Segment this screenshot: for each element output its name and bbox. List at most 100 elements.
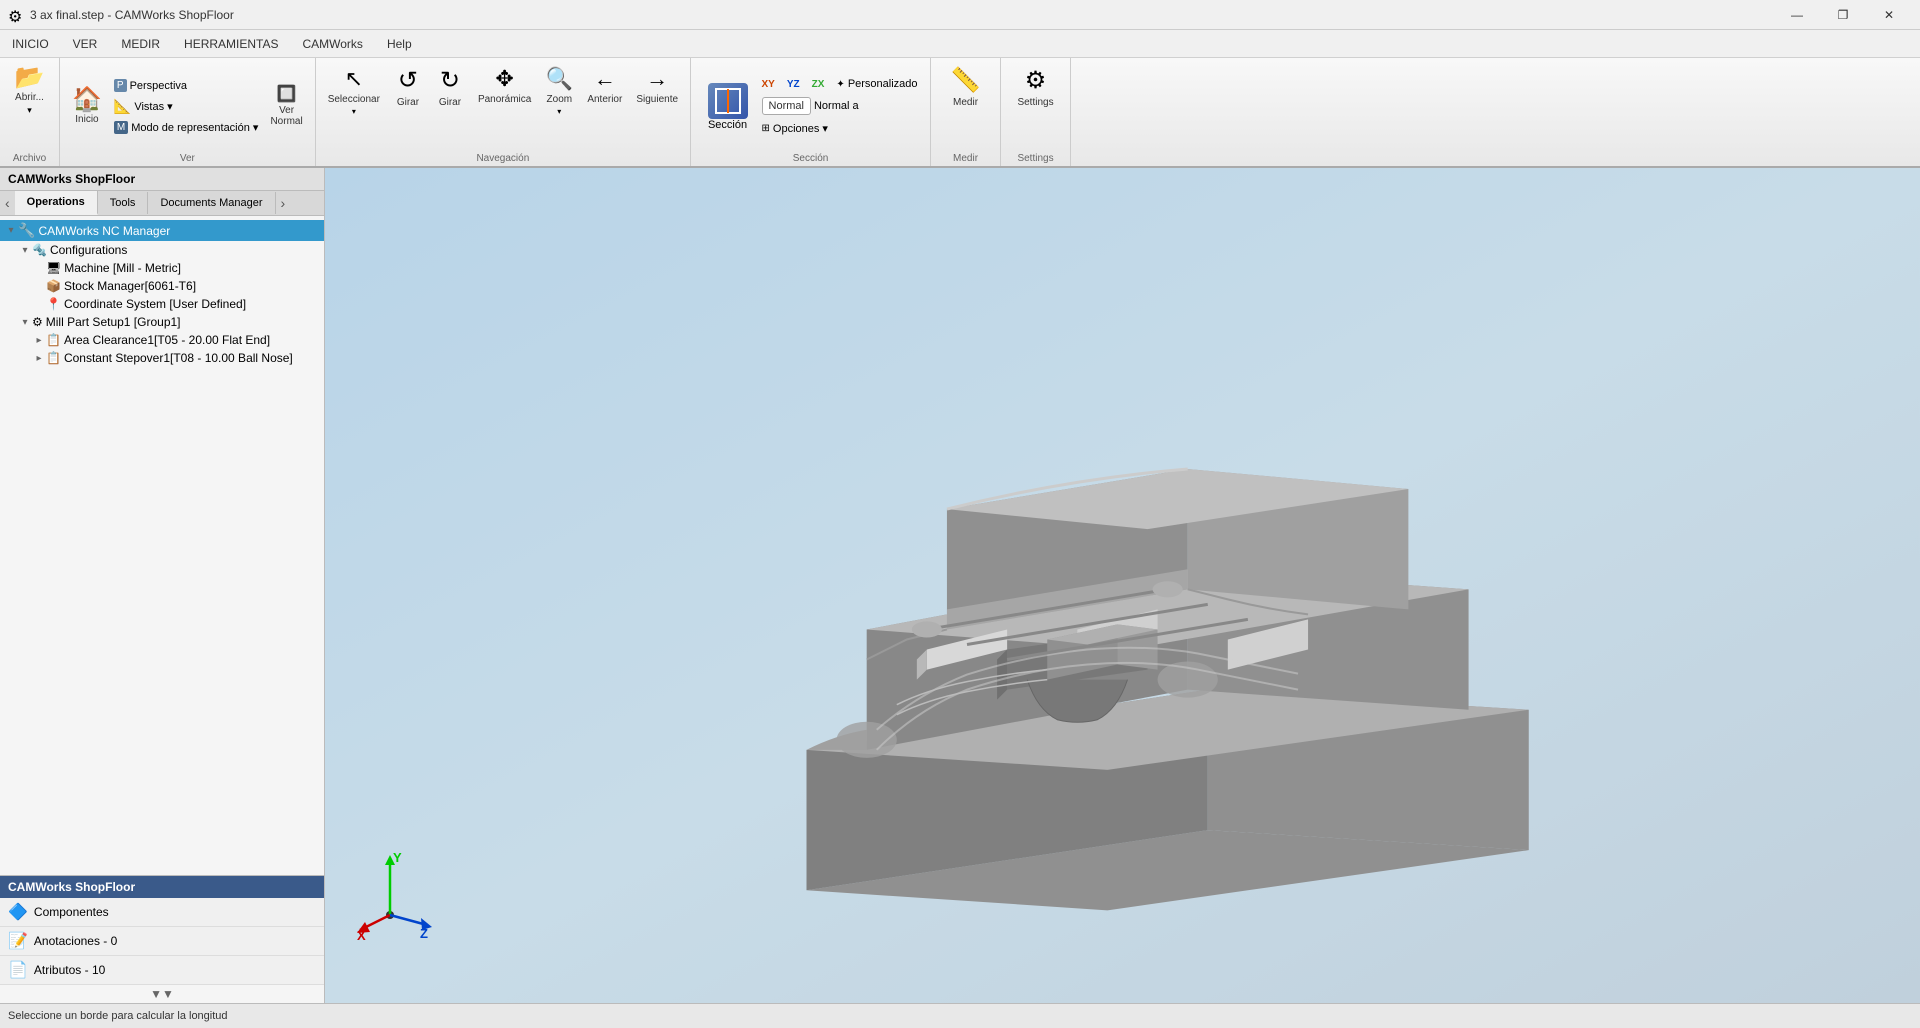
perspectiva-button[interactable]: P Perspectiva [110, 77, 263, 94]
siguiente-icon: → [646, 66, 668, 92]
siguiente-button[interactable]: → Siguiente [630, 62, 684, 109]
atributos-label: Atributos - 10 [34, 963, 105, 977]
menu-help[interactable]: Help [375, 30, 424, 58]
channel-end-1 [912, 621, 942, 637]
bottom-panel-header: CAMWorks ShopFloor [0, 876, 324, 898]
menu-ver[interactable]: VER [61, 30, 110, 58]
modo-rep-button[interactable]: M Modo de representación ▾ [110, 119, 263, 136]
tab-documents[interactable]: Documents Manager [148, 192, 275, 214]
machine-expander [32, 261, 46, 275]
tree-stock[interactable]: 📦 Stock Manager[6061-T6] [0, 277, 324, 295]
tree-mill-setup[interactable]: ▾ ⚙ Mill Part Setup1 [Group1] [0, 313, 324, 331]
panel-prev-button[interactable]: ‹ [0, 192, 15, 214]
modo-rep-icon: M [114, 121, 128, 134]
opciones-button[interactable]: ⊞ Opciones ▾ [758, 120, 832, 137]
seccion-icon [708, 83, 748, 119]
normal-a-button[interactable]: Normal Normal a [758, 93, 863, 119]
tree-coordinate[interactable]: 📍 Coordinate System [User Defined] [0, 295, 324, 313]
zx-icon: ZX [812, 79, 825, 90]
nc-manager-expander: ▾ [4, 224, 18, 238]
panel-header-title: CAMWorks ShopFloor [8, 172, 135, 186]
girar1-icon: ↺ [398, 66, 418, 95]
settings-button[interactable]: ⚙ Settings [1011, 62, 1059, 112]
area-clearance-label: Area Clearance1[T05 - 20.00 Flat End] [64, 333, 270, 347]
girar2-button[interactable]: ↻ Girar [430, 62, 470, 112]
window-title: 3 ax final.step - CAMWorks ShopFloor [30, 8, 1774, 22]
machine-icon: 🖥 [46, 261, 61, 275]
medir-button[interactable]: 📏 Medir [945, 62, 987, 112]
constant-stepover-icon: 📋 [46, 351, 61, 365]
constant-stepover-label: Constant Stepover1[T08 - 10.00 Ball Nose… [64, 351, 293, 365]
panel-next-button[interactable]: › [276, 192, 291, 214]
opciones-icon: ⊞ [762, 123, 770, 134]
status-bar: Seleccione un borde para calcular la lon… [0, 1003, 1920, 1028]
componentes-label: Componentes [34, 905, 109, 919]
seccion-label: Sección [793, 153, 829, 164]
medir-label: Medir [953, 153, 978, 164]
menu-camworks[interactable]: CAMWorks [290, 30, 374, 58]
panoramica-button[interactable]: ✥ Panorámica [472, 62, 537, 109]
abrir-button[interactable]: 📂 Abrir... ▾ [9, 62, 51, 120]
anterior-button[interactable]: ← Anterior [581, 62, 628, 109]
ribbon-group-nav: ↖ Seleccionar ▾ ↺ Girar ↻ Girar ✥ Panorá… [316, 58, 691, 166]
ribbon-group-archivo: 📂 Abrir... ▾ Archivo [0, 58, 60, 166]
left-panel: CAMWorks ShopFloor ‹ Operations Tools Do… [0, 168, 325, 1003]
configurations-label: Configurations [50, 243, 127, 257]
mill-setup-expander: ▾ [18, 315, 32, 329]
ribbon: 📂 Abrir... ▾ Archivo 🏠 Inicio P Perspect… [0, 58, 1920, 168]
area-clearance-expander: ▸ [32, 333, 46, 347]
panoramica-icon: ✥ [495, 66, 513, 92]
archivo-label: Archivo [13, 153, 46, 164]
abrir-icon: 📂 [15, 66, 45, 90]
channel-end-2 [1153, 581, 1183, 597]
tree-configurations[interactable]: ▾ 🔩 Configurations [0, 241, 324, 259]
personalizado-button[interactable]: ✦ Personalizado [832, 76, 921, 92]
ribbon-group-settings: ⚙ Settings Settings [1001, 58, 1071, 166]
ribbon-group-ver: 🏠 Inicio P Perspectiva 📐 Vistas ▾ M Modo… [60, 58, 316, 166]
restore-button[interactable]: ❐ [1820, 0, 1866, 30]
close-button[interactable]: ✕ [1866, 0, 1912, 30]
nc-manager-icon: 🔧 [18, 222, 35, 239]
tree-area[interactable]: ▾ 🔧 CAMWorks NC Manager ▾ 🔩 Configuratio… [0, 216, 324, 875]
tree-machine[interactable]: 🖥 Machine [Mill - Metric] [0, 259, 324, 277]
xy-button[interactable]: XY [758, 76, 779, 92]
medir-icon: 📏 [951, 66, 981, 95]
title-bar: ⚙ 3 ax final.step - CAMWorks ShopFloor —… [0, 0, 1920, 30]
seleccionar-button[interactable]: ↖ Seleccionar ▾ [322, 62, 386, 120]
inicio-icon: 🏠 [72, 88, 102, 112]
zx-button[interactable]: ZX [808, 76, 829, 92]
constant-stepover-expander: ▸ [32, 351, 46, 365]
tab-operations[interactable]: Operations [15, 191, 98, 215]
viewport[interactable]: Y X Z [325, 168, 1920, 1003]
tree-nc-manager[interactable]: ▾ 🔧 CAMWorks NC Manager [0, 220, 324, 241]
vistas-button[interactable]: 📐 Vistas ▾ [110, 96, 263, 117]
scroll-down-button[interactable]: ▼▼ [0, 985, 324, 1003]
tree-constant-stepover[interactable]: ▸ 📋 Constant Stepover1[T08 - 10.00 Ball … [0, 349, 324, 367]
bottom-panel: CAMWorks ShopFloor 🔷 Componentes 📝 Anota… [0, 875, 324, 1003]
componentes-item[interactable]: 🔷 Componentes [0, 898, 324, 927]
anotaciones-item[interactable]: 📝 Anotaciones - 0 [0, 927, 324, 956]
ver-normal-button[interactable]: 🔲 Ver Normal [264, 62, 308, 151]
tab-tools[interactable]: Tools [98, 192, 149, 214]
xy-icon: XY [762, 79, 775, 90]
menu-medir[interactable]: MEDIR [109, 30, 172, 58]
girar1-button[interactable]: ↺ Girar [388, 62, 428, 112]
ver-normal-icon: 🔲 [277, 87, 297, 103]
seleccionar-icon: ↖ [345, 66, 363, 92]
yz-button[interactable]: YZ [783, 76, 804, 92]
inicio-button[interactable]: 🏠 Inicio [66, 62, 108, 151]
tree-area-clearance[interactable]: ▸ 📋 Area Clearance1[T05 - 20.00 Flat End… [0, 331, 324, 349]
status-message: Seleccione un borde para calcular la lon… [8, 1010, 228, 1022]
minimize-button[interactable]: — [1774, 0, 1820, 30]
seccion-button[interactable]: Sección [700, 62, 756, 151]
girar2-icon: ↻ [440, 66, 460, 95]
perspectiva-icon: P [114, 79, 127, 92]
mill-setup-label: Mill Part Setup1 [Group1] [46, 315, 181, 329]
zoom-button[interactable]: 🔍 Zoom ▾ [539, 62, 579, 120]
menu-herramientas[interactable]: HERRAMIENTAS [172, 30, 290, 58]
configurations-icon: 🔩 [32, 243, 47, 257]
zoom-icon: 🔍 [546, 66, 573, 92]
atributos-item[interactable]: 📄 Atributos - 10 [0, 956, 324, 985]
menu-inicio[interactable]: INICIO [0, 30, 61, 58]
3d-model [325, 168, 1920, 1003]
